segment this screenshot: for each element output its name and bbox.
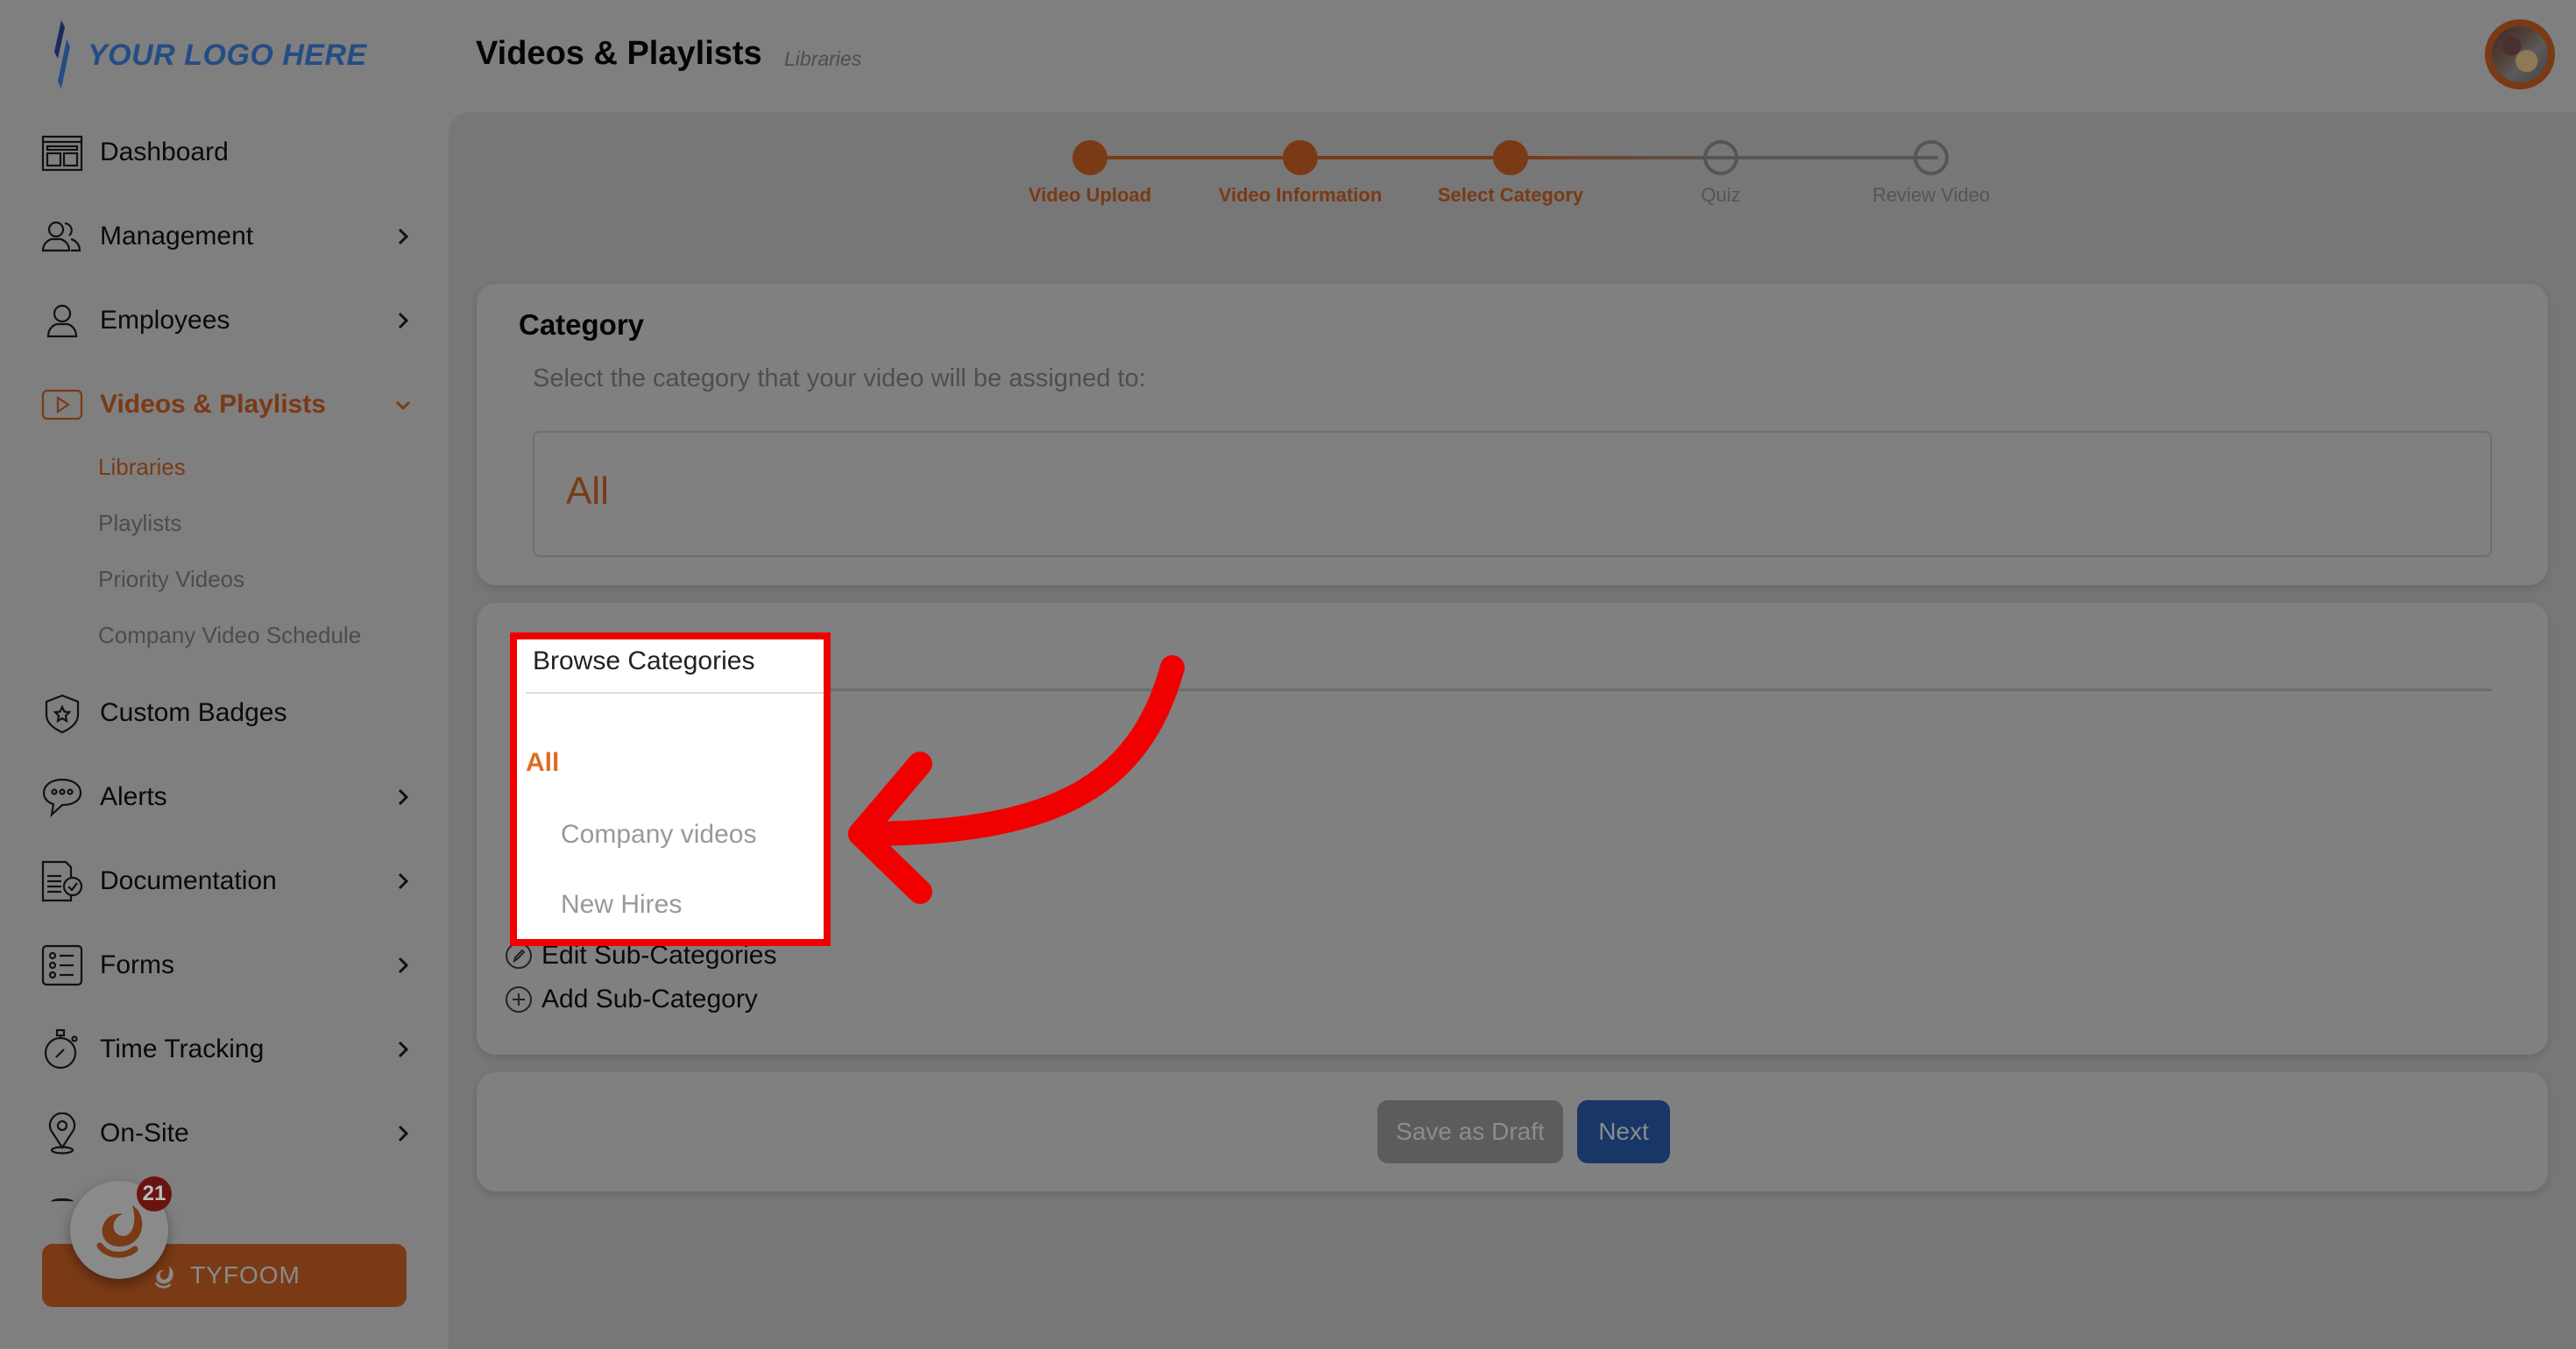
sidebar-item-dashboard[interactable]: Dashboard xyxy=(40,126,417,179)
next-button[interactable]: Next xyxy=(1577,1100,1670,1163)
add-circle-icon xyxy=(506,986,532,1013)
category-select-field[interactable]: All xyxy=(533,431,2492,557)
chevron-right-icon xyxy=(389,783,417,811)
company-logo[interactable]: YOUR LOGO HERE xyxy=(49,19,367,91)
sidebar-item-label: Custom Badges xyxy=(100,698,287,727)
sidebar-item-on-site[interactable]: On-Site xyxy=(40,1107,417,1160)
sidebar-item-label: Time Tracking xyxy=(100,1035,265,1063)
step-dot-review-video[interactable] xyxy=(1914,140,1949,175)
sidebar-item-label: Documentation xyxy=(100,866,277,895)
step-dot-video-upload[interactable] xyxy=(1072,140,1108,175)
category-tree-item-company-videos[interactable]: Company videos xyxy=(561,820,756,850)
stepper-connector xyxy=(1097,156,1307,159)
dashboard-icon xyxy=(40,131,84,174)
add-sub-category-label: Add Sub-Category xyxy=(541,985,758,1014)
users-group-icon xyxy=(40,215,84,258)
page-title: Videos & Playlists xyxy=(476,35,762,72)
sidebar-item-management[interactable]: Management xyxy=(40,210,417,263)
step-dot-quiz[interactable] xyxy=(1703,140,1738,175)
sidebar-item-label: Dashboard xyxy=(100,138,229,166)
stepper-connector xyxy=(1728,156,1938,159)
tyfoom-button-label: TYFOOM xyxy=(190,1261,301,1289)
map-pin-icon xyxy=(40,1112,84,1155)
sidebar-item-label: Alerts xyxy=(100,782,167,811)
actions-card: Save as Draft Next xyxy=(477,1072,2548,1191)
step-label: Video Information xyxy=(1218,184,1383,206)
chevron-right-icon xyxy=(389,1119,417,1148)
step-dot-video-information[interactable] xyxy=(1283,140,1318,175)
chevron-down-icon xyxy=(389,391,417,419)
save-as-draft-button[interactable]: Save as Draft xyxy=(1377,1100,1563,1163)
browse-categories-title: Browse Categories xyxy=(533,646,755,675)
sidebar-subitem-company-video-schedule[interactable]: Company Video Schedule xyxy=(98,622,361,649)
logo-mark-icon xyxy=(54,20,70,88)
sidebar-subitem-priority-videos[interactable]: Priority Videos xyxy=(98,566,244,593)
sidebar-item-forms[interactable]: Forms xyxy=(40,939,417,992)
category-card: Category Select the category that your v… xyxy=(477,284,2548,585)
step-label: Review Video xyxy=(1872,184,1991,206)
stepper-connector xyxy=(1307,156,1518,159)
chevron-right-icon xyxy=(389,867,417,895)
sidebar-item-label: Management xyxy=(100,222,254,251)
chevron-right-icon xyxy=(389,1035,417,1063)
notification-badge: 21 xyxy=(137,1176,172,1211)
stopwatch-icon xyxy=(40,1028,84,1071)
sidebar-item-videos-playlists[interactable]: Videos & Playlists xyxy=(40,378,417,431)
sidebar-item-alerts[interactable]: Alerts xyxy=(40,771,417,823)
document-check-icon xyxy=(40,859,84,903)
chat-bubble-icon xyxy=(40,775,84,819)
stepper-connector xyxy=(1518,156,1728,159)
sidebar-item-label: Employees xyxy=(100,306,230,335)
user-avatar[interactable] xyxy=(2485,19,2555,89)
sidebar-subitem-playlists[interactable]: Playlists xyxy=(98,510,181,537)
step-label: Video Upload xyxy=(1028,184,1152,206)
sidebar-item-label: Videos & Playlists xyxy=(100,390,326,419)
logo-text: YOUR LOGO HERE xyxy=(88,38,367,72)
category-tree-item-new-hires[interactable]: New Hires xyxy=(561,890,682,920)
list-form-icon xyxy=(40,943,84,987)
step-label: Quiz xyxy=(1701,184,1741,206)
category-tree-item-all[interactable]: All xyxy=(526,748,559,778)
shield-star-icon xyxy=(40,691,84,735)
sidebar-item-label: On-Site xyxy=(100,1119,189,1148)
sidebar-item-custom-badges[interactable]: Custom Badges xyxy=(40,687,417,739)
sidebar: YOUR LOGO HERE Dashboard Management Empl… xyxy=(0,0,449,1349)
category-description: Select the category that your video will… xyxy=(533,364,1146,392)
category-title: Category xyxy=(519,308,645,341)
sidebar-item-time-tracking[interactable]: Time Tracking xyxy=(40,1023,417,1076)
progress-stepper: Video Upload Video Information Select Ca… xyxy=(449,112,2576,226)
user-icon xyxy=(40,299,84,343)
play-video-icon xyxy=(40,383,84,427)
sidebar-item-employees[interactable]: Employees xyxy=(40,294,417,347)
chevron-right-icon xyxy=(389,222,417,251)
sidebar-item-label: Forms xyxy=(100,950,174,979)
sidebar-subitem-libraries[interactable]: Libraries xyxy=(98,454,186,481)
partially-hidden-nav-icon xyxy=(51,1198,74,1205)
chevron-right-icon xyxy=(389,951,417,979)
sidebar-item-documentation[interactable]: Documentation xyxy=(40,855,417,908)
category-selected-value: All xyxy=(566,470,609,512)
add-sub-category-link[interactable]: Add Sub-Category xyxy=(505,985,758,1014)
chevron-right-icon xyxy=(389,307,417,335)
step-dot-select-category[interactable] xyxy=(1493,140,1528,175)
browse-categories-highlight: Browse Categories All Company videos New… xyxy=(510,632,831,946)
divider xyxy=(526,692,824,694)
avatar-photo xyxy=(2492,26,2548,82)
step-label: Select Category xyxy=(1437,184,1584,206)
page-subtitle: Libraries xyxy=(784,47,862,70)
